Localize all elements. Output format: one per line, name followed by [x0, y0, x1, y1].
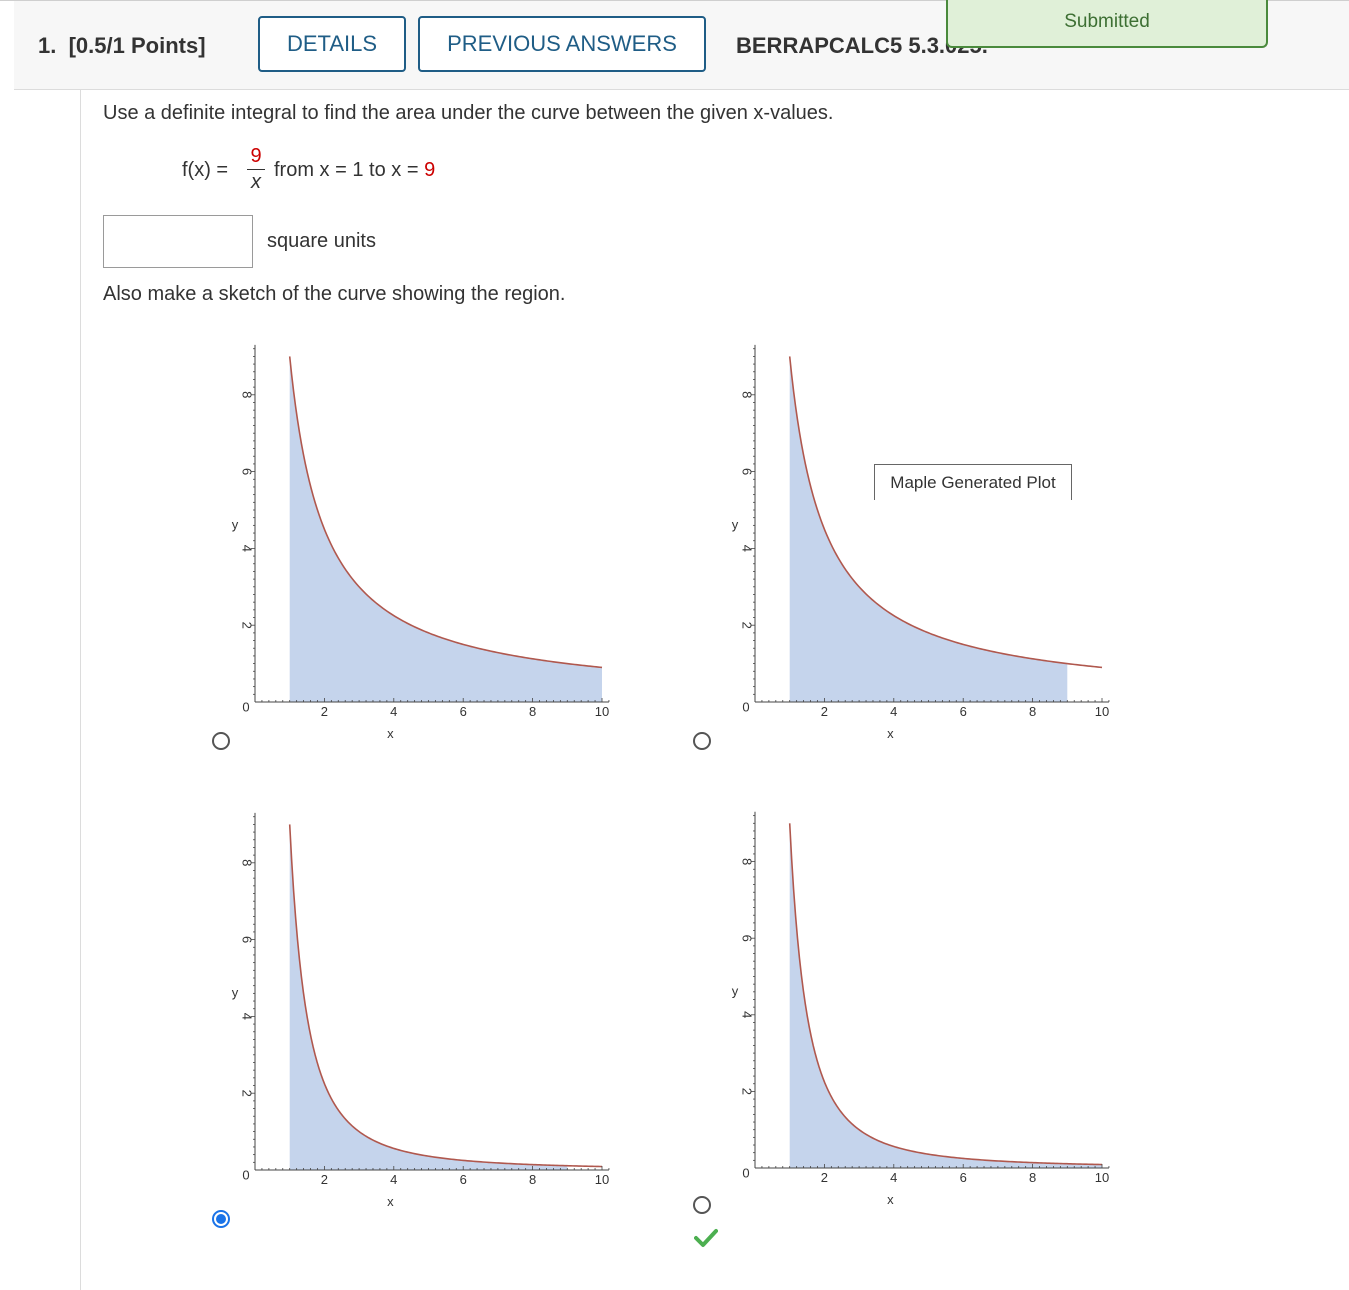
y-tick-label: 4: [740, 1011, 755, 1018]
range-text: from x = 1 to x = 9: [274, 159, 436, 181]
y-tick-label: 2: [740, 622, 755, 629]
x-tick-label: 4: [890, 1170, 897, 1185]
answer-input[interactable]: [103, 215, 253, 268]
y-tick-label: 4: [240, 545, 255, 552]
graph-option-1: 2 4 6 8 10 0 2 4 6 8 x y: [232, 344, 610, 741]
submitted-status-badge: Submitted: [946, 0, 1268, 48]
y-tick-label: 2: [240, 1090, 255, 1097]
x-tick-label: 4: [890, 704, 897, 719]
y-tick-label: 8: [740, 391, 755, 398]
x-axis-label: x: [387, 726, 394, 741]
function-lhs: f(x) =: [182, 159, 229, 181]
x-tick-label: 2: [821, 1170, 828, 1185]
fraction: 9 x: [247, 143, 265, 194]
y-tick-label: 0: [242, 1167, 249, 1182]
y-tick-label: 6: [740, 468, 755, 475]
points-label: [0.5/1 Points]: [68, 33, 206, 58]
details-button[interactable]: DETAILS: [258, 16, 406, 72]
x-tick-label: 10: [595, 1172, 609, 1187]
y-tick-label: 6: [240, 936, 255, 943]
y-tick-label: 2: [240, 622, 255, 629]
upper-limit: 9: [424, 159, 436, 181]
y-tick-label: 4: [740, 545, 755, 552]
x-tick-label: 8: [1029, 704, 1036, 719]
x-tick-label: 4: [390, 1172, 397, 1187]
previous-answers-button[interactable]: PREVIOUS ANSWERS: [418, 16, 706, 72]
y-axis-label: y: [732, 984, 739, 999]
shaded-region: [789, 356, 1068, 702]
x-axis-label: x: [387, 1194, 394, 1209]
y-tick-label: 8: [240, 391, 255, 398]
x-tick-label: 8: [529, 1172, 536, 1187]
graph-option-4: 2 4 6 8 10 0 2 4 6 8 x y: [732, 811, 1110, 1207]
content-divider: [80, 90, 81, 1290]
graph-option-2: 2 4 6 8 10 0 2 4 6 8 x y: [732, 344, 1110, 741]
y-axis-label: y: [232, 985, 239, 1000]
y-tick-label: 8: [240, 859, 255, 866]
y-axis-label: y: [232, 517, 239, 532]
y-tick-label: 2: [740, 1088, 755, 1095]
y-tick-label: 0: [242, 699, 249, 714]
units-label: square units: [267, 230, 376, 252]
x-axis-label: x: [887, 1192, 894, 1207]
x-tick-label: 4: [390, 704, 397, 719]
x-tick-label: 10: [1095, 1170, 1109, 1185]
x-tick-label: 2: [321, 1172, 328, 1187]
graph-option-3: 2 4 6 8 10 0 2 4 6 8 x y: [232, 812, 610, 1209]
y-tick-label: 4: [240, 1013, 255, 1020]
x-tick-label: 6: [960, 1170, 967, 1185]
option-4-radio[interactable]: [693, 1196, 711, 1214]
option-3-radio[interactable]: [212, 1210, 230, 1228]
y-tick-label: 8: [740, 858, 755, 865]
x-tick-label: 8: [1029, 1170, 1036, 1185]
y-tick-label: 0: [742, 699, 749, 714]
option-2-radio[interactable]: [693, 732, 711, 750]
x-tick-label: 2: [321, 704, 328, 719]
x-tick-label: 6: [460, 1172, 467, 1187]
fraction-denominator: x: [251, 171, 261, 193]
x-tick-label: 6: [460, 704, 467, 719]
option-1-radio[interactable]: [212, 732, 230, 750]
correct-check-icon: [694, 1229, 718, 1247]
fraction-numerator: 9: [250, 145, 262, 167]
shaded-region: [289, 824, 568, 1170]
question-prompt: Use a definite integral to find the area…: [103, 102, 834, 124]
y-axis-label: y: [732, 517, 739, 532]
sketch-instruction: Also make a sketch of the curve showing …: [103, 283, 566, 305]
x-tick-label: 10: [1095, 704, 1109, 719]
x-tick-label: 2: [821, 704, 828, 719]
y-tick-label: 6: [240, 468, 255, 475]
question-number: 1. [0.5/1 Points]: [38, 33, 206, 58]
x-tick-label: 6: [960, 704, 967, 719]
tooltip-maple-generated-plot: Maple Generated Plot: [874, 464, 1072, 500]
x-axis-label: x: [887, 726, 894, 741]
x-tick-label: 10: [595, 704, 609, 719]
y-tick-label: 0: [742, 1165, 749, 1180]
shaded-region: [289, 356, 602, 702]
y-tick-label: 6: [740, 935, 755, 942]
shaded-region: [789, 823, 1102, 1168]
x-tick-label: 8: [529, 704, 536, 719]
